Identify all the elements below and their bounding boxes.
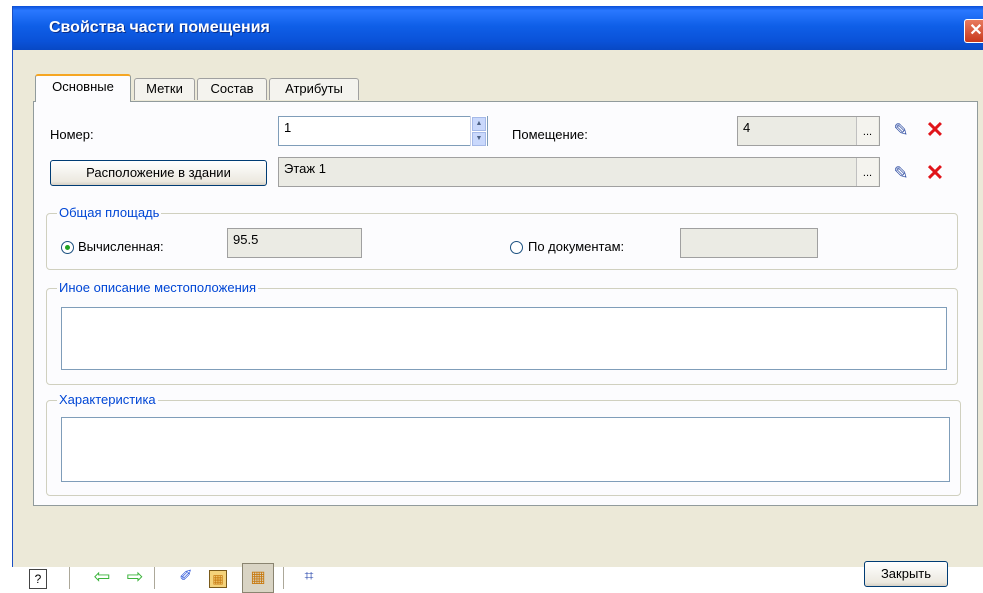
tab-composition[interactable]: Состав [197,78,267,100]
dialog-client: Основные Метки Состав Атрибуты Номер: 1 … [17,50,983,593]
delete-icon[interactable]: ✕ [924,161,946,185]
location-browse-button[interactable]: ... [856,158,878,186]
room-label: Помещение: [512,127,588,142]
close-window-button[interactable]: ✕ [964,19,983,43]
total-area-group: Общая площадь Вычисленная: 95.5 По докум… [46,205,958,270]
documents-label: По документам: [528,239,625,254]
documents-radio[interactable] [510,241,523,254]
documents-value [680,228,818,258]
toolbar-separator [283,567,285,589]
toolbar-separator [154,567,156,589]
toolbar-separator [69,567,71,589]
eyedropper-icon[interactable]: ✎ [890,161,912,185]
calculated-value: 95.5 [227,228,362,258]
location-description-title: Иное описание местоположения [57,280,259,295]
location-description-textarea[interactable] [61,307,947,370]
delete-icon[interactable]: ✕ [924,118,946,142]
number-label: Номер: [50,127,94,142]
tab-labels[interactable]: Метки [134,78,195,100]
location-description-group: Иное описание местоположения [46,280,958,385]
calculated-label: Вычисленная: [78,239,164,254]
location-field: Этаж 1 [278,157,880,187]
tab-panel-main: Номер: 1 ▲ ▼ Помещение: 4 ... ✎ ✕ Распол… [33,101,978,506]
help-icon[interactable]: ? [29,569,47,589]
room-browse-button[interactable]: ... [856,117,878,145]
brush-icon[interactable]: ✐ [175,566,197,588]
tab-attributes[interactable]: Атрибуты [269,78,359,100]
calculated-radio[interactable] [61,241,74,254]
floorplan-icon[interactable]: ▦ [209,570,227,588]
characteristic-title: Характеристика [57,392,158,407]
forward-arrow-icon[interactable]: ⇨ [124,566,146,588]
location-in-building-button[interactable]: Расположение в здании [50,160,267,186]
spin-up-icon[interactable]: ▲ [472,117,486,131]
eyedropper-icon[interactable]: ✎ [890,118,912,142]
window-title: Свойства части помещения [49,19,270,36]
number-input[interactable]: 1 [278,116,488,146]
close-button[interactable]: Закрыть [864,561,948,587]
characteristic-group: Характеристика [46,392,961,496]
grid-icon[interactable]: ⌗ [298,566,320,588]
title-bar[interactable]: Свойства части помещения ✕ [13,6,983,50]
dialog-window: Свойства части помещения ✕ Основные Метк… [12,6,983,593]
number-spinner[interactable]: ▲ ▼ [470,116,487,146]
characteristic-textarea[interactable] [61,417,950,482]
spin-down-icon[interactable]: ▼ [472,132,486,146]
total-area-title: Общая площадь [57,205,162,220]
floorplan-pressed-icon[interactable]: ▦ [242,563,274,593]
back-arrow-icon[interactable]: ⇦ [91,566,113,588]
tab-main[interactable]: Основные [35,74,131,102]
